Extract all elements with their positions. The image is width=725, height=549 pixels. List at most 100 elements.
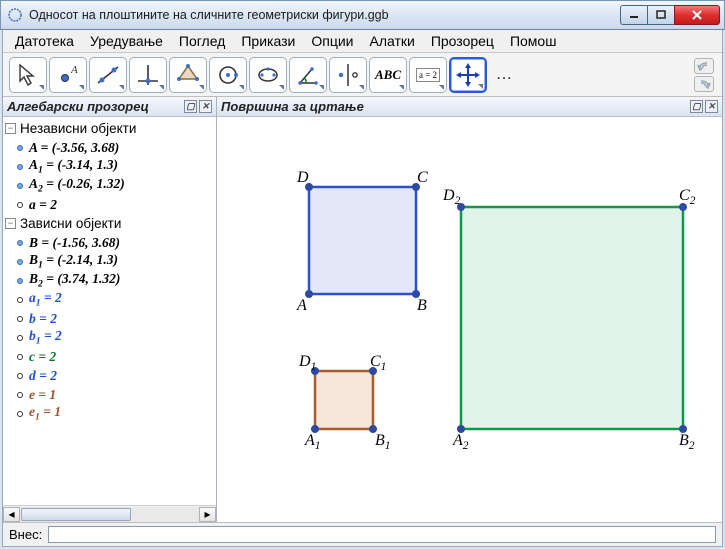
- tree-item-A2[interactable]: A2 = (-0.26, 1.32): [3, 176, 216, 195]
- tree-item-label: c = 2: [29, 349, 56, 365]
- tool-text[interactable]: ABC: [369, 57, 407, 93]
- h-scrollbar[interactable]: ◂ ▸: [3, 505, 216, 522]
- tool-circle[interactable]: [209, 57, 247, 93]
- drawing-canvas[interactable]: A B C D A1 B1 C1 D1 A2 B2 C2 D2: [217, 117, 722, 522]
- scroll-left-icon[interactable]: ◂: [3, 507, 20, 522]
- visibility-dot-icon[interactable]: [17, 411, 23, 417]
- visibility-dot-icon[interactable]: [17, 164, 23, 170]
- tool-angle[interactable]: [289, 57, 327, 93]
- redo-button[interactable]: [694, 76, 714, 92]
- tree-item-label: B1 = (-2.14, 1.3): [29, 252, 118, 271]
- undo-button[interactable]: [694, 58, 714, 74]
- visibility-dot-icon[interactable]: [17, 259, 23, 265]
- scroll-thumb[interactable]: [21, 508, 131, 521]
- toolbar: A ABC a = 2 ...: [3, 53, 722, 97]
- label-A2: A2: [453, 432, 469, 452]
- tree-item-A1[interactable]: A1 = (-3.14, 1.3): [3, 157, 216, 176]
- input-bar: Внес:: [3, 522, 722, 546]
- tree-group[interactable]: −Независни објекти: [3, 119, 216, 138]
- tree-group[interactable]: −Зависни објекти: [3, 214, 216, 233]
- tree-item-label: a1 = 2: [29, 290, 62, 309]
- menu-view[interactable]: Поглед: [171, 30, 233, 52]
- label-A1: A1: [305, 432, 321, 452]
- visibility-dot-icon[interactable]: [17, 240, 23, 246]
- tree-item-label: A1 = (-3.14, 1.3): [29, 157, 118, 176]
- command-input[interactable]: [48, 526, 716, 543]
- algebra-panel: Алгебарски прозорец ▢ ✕ −Независни објек…: [3, 97, 217, 522]
- app-icon: [7, 7, 23, 23]
- tree-item-b1[interactable]: b1 = 2: [3, 328, 216, 347]
- visibility-dot-icon[interactable]: [17, 335, 23, 341]
- tool-move[interactable]: [9, 57, 47, 93]
- tree-item-b[interactable]: b = 2: [3, 309, 216, 328]
- visibility-dot-icon[interactable]: [17, 202, 23, 208]
- tool-point[interactable]: A: [49, 57, 87, 93]
- tree-item-B2[interactable]: B2 = (3.74, 1.32): [3, 271, 216, 290]
- tree-item-label: e1 = 1: [29, 404, 61, 423]
- visibility-dot-icon[interactable]: [17, 183, 23, 189]
- visibility-dot-icon[interactable]: [17, 297, 23, 303]
- tree-item-label: B2 = (3.74, 1.32): [29, 271, 120, 290]
- algebra-panel-header[interactable]: Алгебарски прозорец ▢ ✕: [3, 97, 216, 117]
- window-close-button[interactable]: [674, 5, 720, 25]
- algebra-panel-title: Алгебарски прозорец: [7, 99, 149, 114]
- tree-item-e1[interactable]: e1 = 1: [3, 404, 216, 423]
- window-maximize-button[interactable]: [647, 5, 675, 25]
- tree-item-label: a = 2: [29, 197, 57, 213]
- algebra-tree[interactable]: −Независни објектиA = (-3.56, 3.68)A1 = …: [3, 117, 216, 505]
- tree-item-d[interactable]: d = 2: [3, 366, 216, 385]
- visibility-dot-icon[interactable]: [17, 392, 23, 398]
- tree-item-B1[interactable]: B1 = (-2.14, 1.3): [3, 252, 216, 271]
- visibility-dot-icon[interactable]: [17, 373, 23, 379]
- menubar: Датотека Уредување Поглед Прикази Опции …: [3, 30, 722, 53]
- tool-perpendicular[interactable]: [129, 57, 167, 93]
- tree-item-label: b1 = 2: [29, 328, 62, 347]
- tree-item-e[interactable]: e = 1: [3, 385, 216, 404]
- input-label: Внес:: [9, 527, 42, 542]
- collapse-icon[interactable]: −: [5, 123, 16, 134]
- tree-item-c[interactable]: c = 2: [3, 347, 216, 366]
- menu-options[interactable]: Опции: [303, 30, 361, 52]
- label-B1: B1: [375, 432, 391, 452]
- tool-reflect[interactable]: [329, 57, 367, 93]
- tree-item-label: e = 1: [29, 387, 56, 403]
- toolbar-more[interactable]: ...: [489, 68, 521, 82]
- visibility-dot-icon[interactable]: [17, 145, 23, 151]
- tree-item-label: A2 = (-0.26, 1.32): [29, 176, 125, 195]
- panel-toggle-icon[interactable]: ▢: [690, 100, 703, 113]
- menu-edit[interactable]: Уредување: [82, 30, 171, 52]
- tree-item-label: d = 2: [29, 368, 57, 384]
- menu-help[interactable]: Помош: [502, 30, 565, 52]
- graphics-panel-title: Површина за цртање: [221, 99, 364, 114]
- panel-toggle-icon[interactable]: ▢: [184, 100, 197, 113]
- tree-item-a1[interactable]: a1 = 2: [3, 290, 216, 309]
- tree-item-a[interactable]: a = 2: [3, 195, 216, 214]
- tool-polygon[interactable]: [169, 57, 207, 93]
- graphics-panel-header[interactable]: Површина за цртање ▢ ✕: [217, 97, 722, 117]
- menu-file[interactable]: Датотека: [7, 30, 82, 52]
- tool-slider[interactable]: a = 2: [409, 57, 447, 93]
- window-titlebar: Односот на плоштините на сличните геомет…: [0, 0, 725, 30]
- window-title: Односот на плоштините на сличните геомет…: [29, 8, 621, 22]
- tree-item-A[interactable]: A = (-3.56, 3.68): [3, 138, 216, 157]
- visibility-dot-icon[interactable]: [17, 316, 23, 322]
- panel-close-icon[interactable]: ✕: [199, 100, 212, 113]
- collapse-icon[interactable]: −: [5, 218, 16, 229]
- visibility-dot-icon[interactable]: [17, 354, 23, 360]
- menu-tools[interactable]: Алатки: [361, 30, 422, 52]
- menu-perspectives[interactable]: Прикази: [233, 30, 303, 52]
- menu-window[interactable]: Прозорец: [423, 30, 502, 52]
- tree-item-B[interactable]: B = (-1.56, 3.68): [3, 233, 216, 252]
- label-D: D: [297, 169, 309, 187]
- label-C2: C2: [679, 187, 695, 207]
- label-D2: D2: [443, 187, 460, 207]
- panel-close-icon[interactable]: ✕: [705, 100, 718, 113]
- scroll-right-icon[interactable]: ▸: [199, 507, 216, 522]
- window-minimize-button[interactable]: [620, 5, 648, 25]
- visibility-dot-icon[interactable]: [17, 278, 23, 284]
- tool-line[interactable]: [89, 57, 127, 93]
- tool-ellipse[interactable]: [249, 57, 287, 93]
- tool-move-view[interactable]: [449, 57, 487, 93]
- label-A: A: [297, 297, 307, 315]
- label-C1: C1: [370, 353, 386, 373]
